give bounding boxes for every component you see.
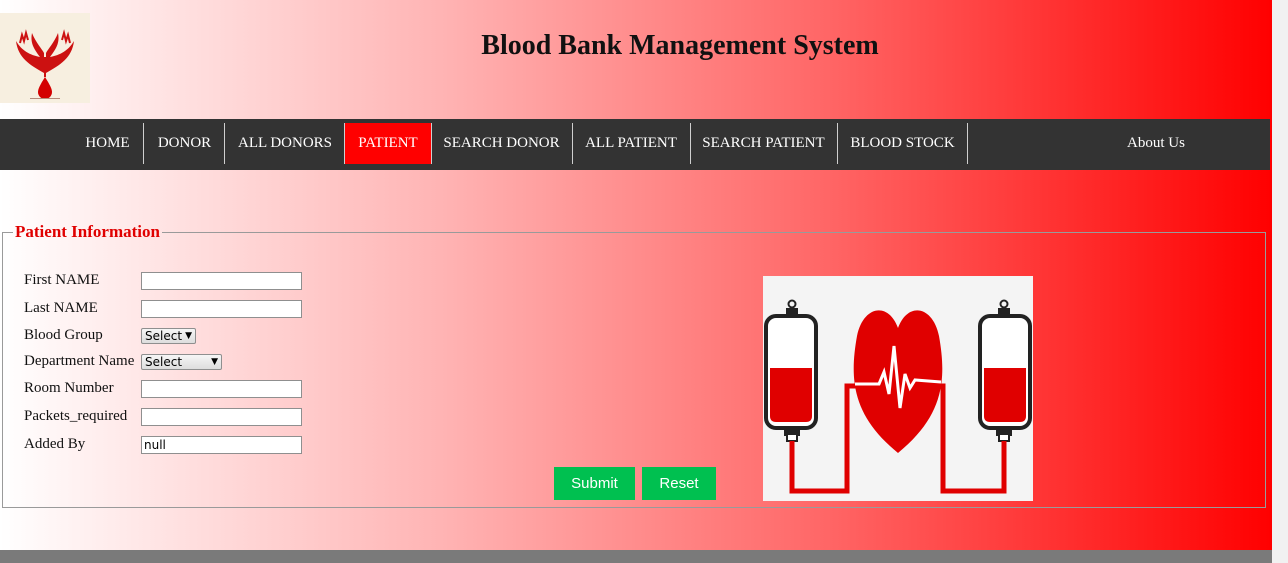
main-navbar: HOME DONOR ALL DONORS PATIENT SEARCH DON… [0, 119, 1270, 170]
blood-group-select[interactable]: Select ▼ [141, 328, 196, 344]
last-name-label: Last NAME [24, 300, 98, 316]
nav-patient[interactable]: PATIENT [345, 123, 431, 164]
nav-blood-stock[interactable]: BLOOD STOCK [845, 123, 960, 164]
nav-divider [143, 123, 144, 164]
department-name-label: Department Name [24, 353, 135, 369]
nav-divider [967, 123, 968, 164]
department-name-select[interactable]: Select ▼ [141, 354, 222, 370]
nav-search-patient[interactable]: SEARCH PATIENT [697, 123, 830, 164]
nav-about-us[interactable]: About Us [1115, 123, 1197, 164]
nav-divider [431, 123, 432, 164]
packets-required-input[interactable] [141, 408, 302, 426]
department-selected-value: Select [145, 355, 183, 369]
added-by-input[interactable] [141, 436, 302, 454]
first-name-label: First NAME [24, 272, 100, 288]
room-number-input[interactable] [141, 380, 302, 398]
nav-search-donor[interactable]: SEARCH DONOR [438, 123, 565, 164]
footer-bar [0, 550, 1272, 563]
first-name-input[interactable] [141, 272, 302, 290]
nav-divider [690, 123, 691, 164]
page-title: Blood Bank Management System [481, 30, 879, 61]
nav-divider [837, 123, 838, 164]
dropdown-arrow-icon: ▼ [185, 331, 192, 341]
room-number-label: Room Number [24, 380, 114, 396]
nav-all-donors[interactable]: ALL DONORS [232, 123, 338, 164]
page-background: Blood Bank Management System HOME DONOR … [0, 0, 1272, 563]
nav-donor[interactable]: DONOR [152, 123, 217, 164]
last-name-input[interactable] [141, 300, 302, 318]
added-by-label: Added By [24, 436, 86, 452]
nav-home[interactable]: HOME [80, 123, 135, 164]
reset-button[interactable]: Reset [642, 467, 716, 500]
fieldset-legend: Patient Information [15, 222, 160, 241]
packets-required-label: Packets_required [24, 408, 128, 424]
blood-transfusion-illustration [763, 276, 1033, 501]
nav-divider [224, 123, 225, 164]
window-scrollbar[interactable] [1272, 0, 1288, 563]
dropdown-arrow-icon: ▼ [211, 357, 218, 367]
nav-all-patient[interactable]: ALL PATIENT [580, 123, 682, 164]
submit-button[interactable]: Submit [554, 467, 635, 500]
blood-group-label: Blood Group [24, 327, 103, 343]
nav-divider [572, 123, 573, 164]
blood-group-selected-value: Select [145, 329, 183, 343]
